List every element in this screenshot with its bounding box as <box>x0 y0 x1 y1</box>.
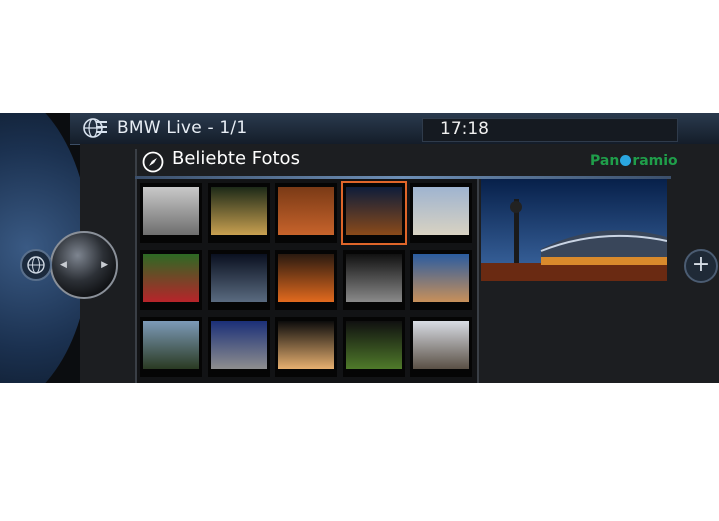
photo-thumbnail[interactable] <box>410 183 472 243</box>
clock: 17:18 <box>440 119 489 139</box>
photo-thumbnail[interactable] <box>207 183 270 243</box>
photo-thumbnail[interactable] <box>275 250 337 310</box>
photo-thumbnail[interactable] <box>207 250 270 310</box>
photo-image <box>278 254 334 302</box>
photo-image <box>345 254 402 302</box>
app-title: BMW Live - 1/1 <box>117 118 248 138</box>
photo-image <box>210 187 267 235</box>
brand-o-icon <box>620 155 632 166</box>
globe-glyph-icon <box>27 256 45 274</box>
preview-divider <box>477 179 479 383</box>
photo-thumbnail[interactable] <box>275 183 337 243</box>
photo-thumbnail[interactable] <box>140 250 202 310</box>
head-unit-screen: BMW Live - 1/1 17:18 Beliebte Fotos Pan r… <box>0 113 719 383</box>
compass-icon <box>142 151 164 173</box>
photo-thumbnail[interactable] <box>275 317 337 377</box>
brand-text-pre: Pan <box>590 153 620 169</box>
photo-image <box>278 321 334 369</box>
page-title: Beliebte Fotos <box>172 148 300 169</box>
plus-button[interactable]: + <box>684 249 718 283</box>
photo-image <box>413 321 469 369</box>
photo-image <box>210 321 267 369</box>
photo-thumbnail[interactable] <box>340 181 407 245</box>
panoramio-logo: Pan ramio <box>590 153 678 169</box>
photo-image <box>143 321 199 369</box>
globe-menu-icon <box>83 118 107 138</box>
photo-image <box>345 187 402 235</box>
photo-image <box>143 187 199 235</box>
navigation-controller-icon[interactable]: ◀ ▶ <box>50 231 118 299</box>
photo-thumbnail[interactable] <box>342 317 405 377</box>
globe-icon[interactable] <box>20 249 52 281</box>
photo-image <box>413 187 469 235</box>
photo-image <box>413 254 469 302</box>
photo-thumbnail[interactable] <box>342 250 405 310</box>
arrow-right-icon: ▶ <box>101 260 108 270</box>
photo-image <box>210 254 267 302</box>
photo-thumbnail[interactable] <box>410 250 472 310</box>
photo-thumbnail[interactable] <box>207 317 270 377</box>
photo-image <box>143 254 199 302</box>
photo-preview <box>481 179 667 281</box>
brand-text-post: ramio <box>632 153 678 169</box>
photo-thumbnail[interactable] <box>140 317 202 377</box>
arrow-left-icon: ◀ <box>60 260 67 270</box>
photo-thumbnail[interactable] <box>410 317 472 377</box>
photo-image <box>278 187 334 235</box>
photo-image <box>345 321 402 369</box>
photo-thumbnail[interactable] <box>140 183 202 243</box>
